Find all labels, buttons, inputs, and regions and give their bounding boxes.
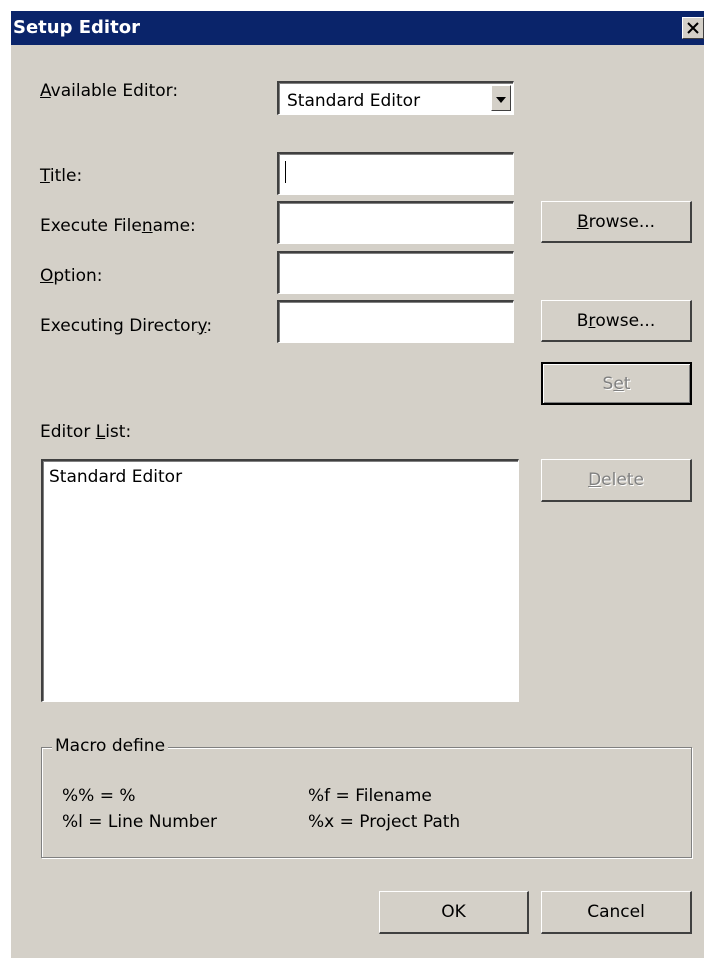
browse-filename-button[interactable]: Browse... bbox=[541, 201, 692, 243]
cancel-button[interactable]: Cancel bbox=[541, 891, 692, 934]
setup-editor-dialog: Setup Editor Available Editor: Standard … bbox=[10, 10, 704, 958]
close-icon bbox=[687, 22, 699, 34]
macro-percent: %% = % bbox=[62, 786, 136, 806]
browse-directory-button[interactable]: Br owse... bbox=[541, 300, 692, 342]
macro-define-group: Macro define %% = % %f = Filename %l = L… bbox=[41, 736, 692, 858]
macro-line-number: %l = Line Number bbox=[62, 812, 218, 832]
available-editor-combo[interactable]: Standard Editor bbox=[277, 81, 514, 115]
execute-filename-input[interactable] bbox=[277, 201, 514, 244]
ok-button[interactable]: OK bbox=[379, 891, 529, 934]
list-item[interactable]: Standard Editor bbox=[49, 467, 182, 487]
available-editor-value: Standard Editor bbox=[287, 91, 421, 111]
macro-project-path: %x = Project Path bbox=[308, 812, 461, 832]
executing-directory-label: Executing Directory: bbox=[40, 316, 213, 336]
editor-list-label: Editor List: bbox=[40, 422, 132, 442]
close-button[interactable] bbox=[682, 17, 704, 39]
set-button[interactable]: Set bbox=[541, 362, 692, 405]
execute-filename-label: Execute Filename: bbox=[40, 216, 196, 236]
available-editor-label: Available Editor: bbox=[40, 81, 179, 101]
text-caret bbox=[285, 161, 286, 183]
dropdown-button[interactable] bbox=[491, 85, 511, 111]
macro-filename: %f = Filename bbox=[308, 786, 432, 806]
title-label: Title: bbox=[40, 166, 83, 186]
chevron-down-icon bbox=[496, 88, 506, 108]
window-title: Setup Editor bbox=[13, 17, 140, 38]
executing-directory-input[interactable] bbox=[277, 300, 514, 343]
editor-list-box[interactable]: Standard Editor bbox=[41, 459, 519, 702]
title-input[interactable] bbox=[277, 152, 514, 195]
option-input[interactable] bbox=[277, 251, 514, 294]
title-bar[interactable]: Setup Editor bbox=[11, 11, 704, 45]
macro-define-title: Macro define bbox=[52, 736, 169, 756]
option-label: Option: bbox=[40, 266, 103, 286]
delete-button[interactable]: Delete bbox=[541, 459, 692, 502]
